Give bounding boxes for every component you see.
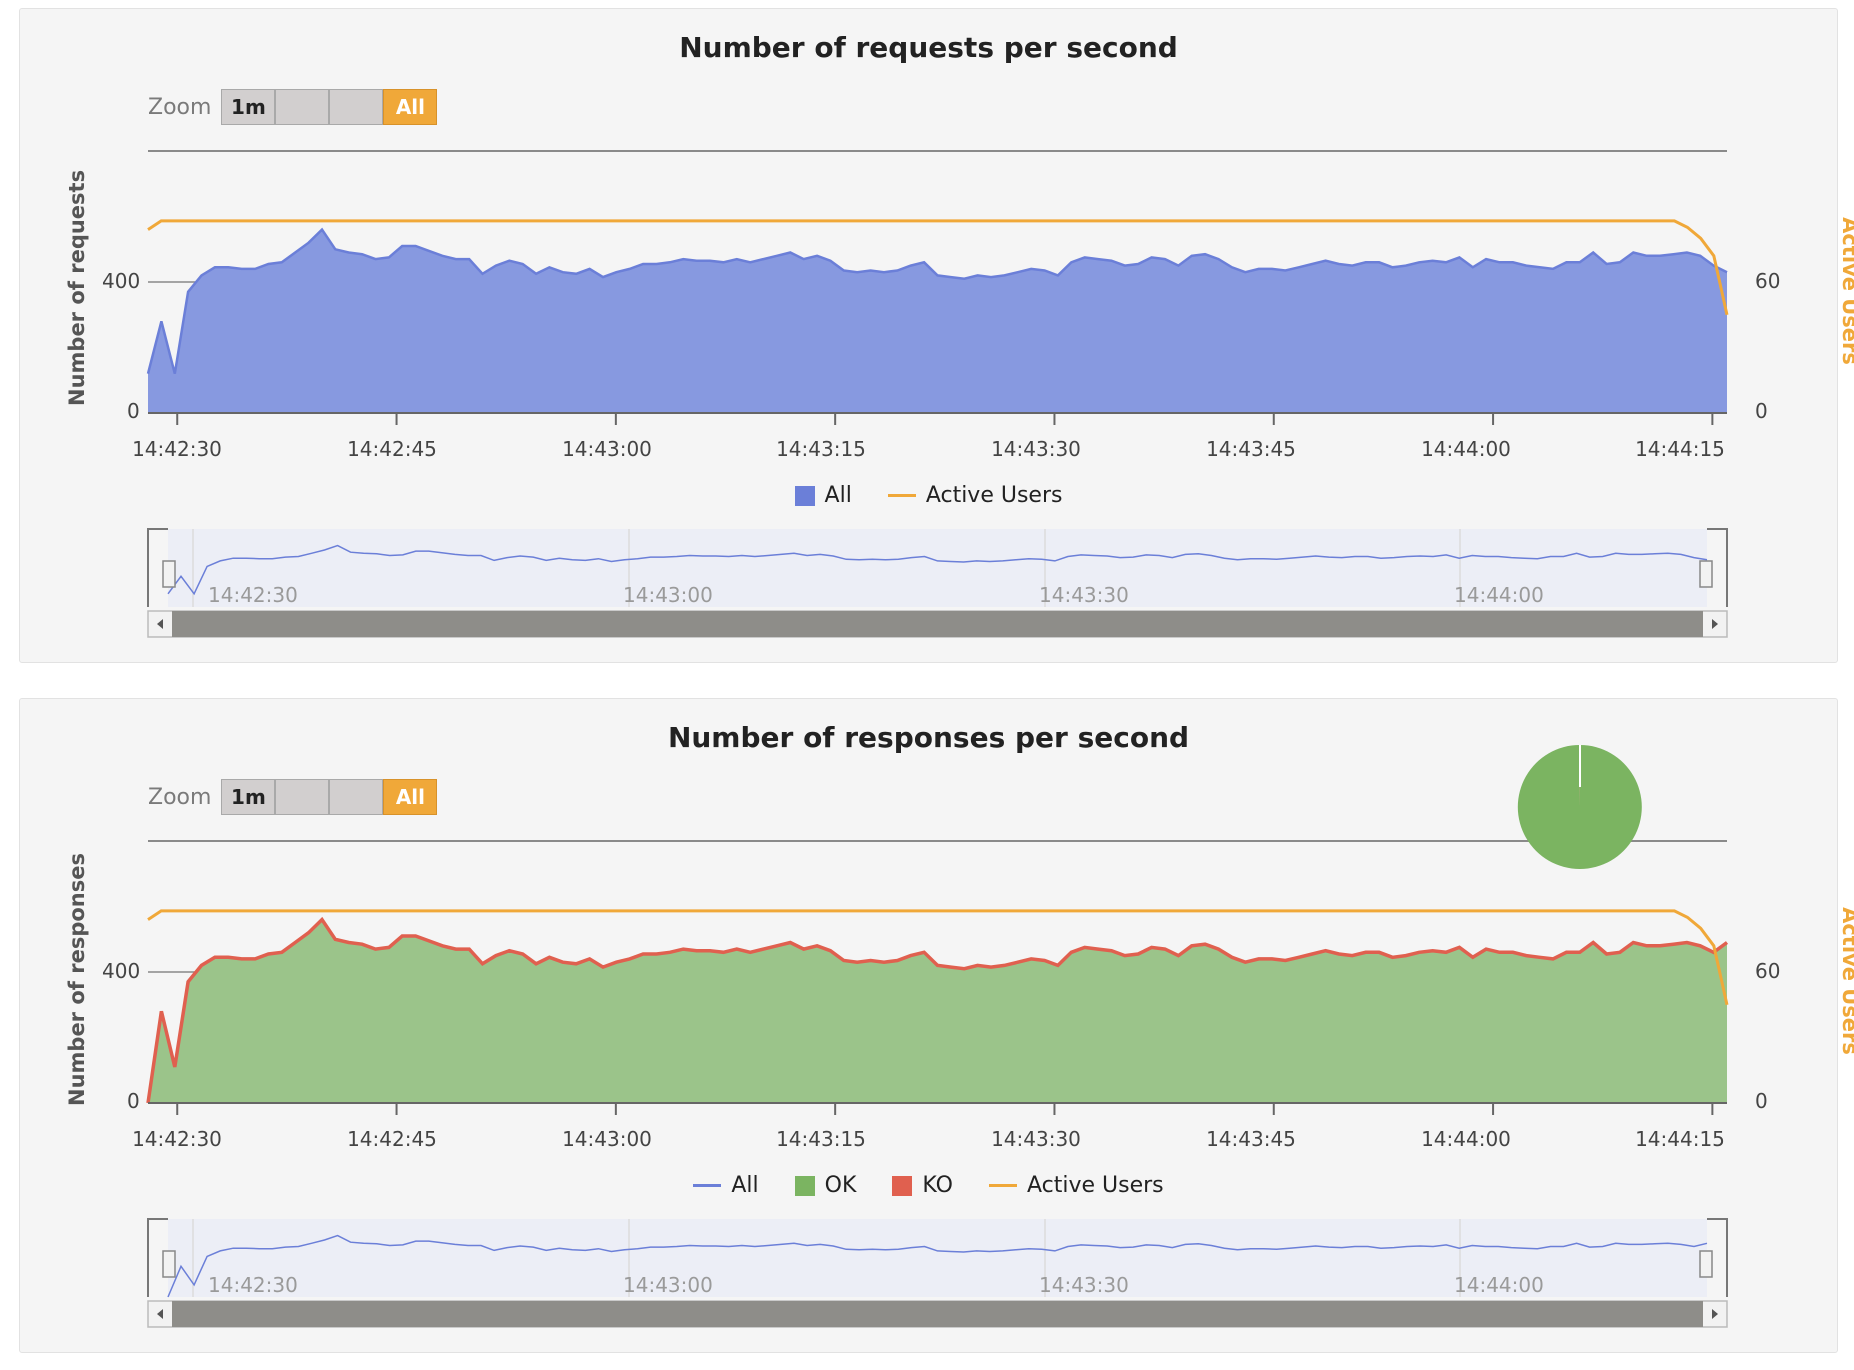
responses-chart-title: Number of responses per second	[667, 721, 1190, 754]
zoom-all-button[interactable]: All	[383, 89, 438, 125]
navigator-left-handle	[162, 1250, 176, 1278]
requests-zoom-control: Zoom 1m All	[148, 89, 438, 125]
x-tick-label: 14:42:45	[347, 437, 437, 461]
zoom-label: Zoom	[148, 94, 212, 120]
legend-label-active-users: Active Users	[1026, 1173, 1164, 1198]
x-tick-label: 14:42:30	[132, 437, 222, 461]
x-tick-label: 14:44:00	[1421, 1127, 1511, 1151]
legend-item-ko[interactable]: KO	[892, 1173, 953, 1198]
responses-y-axis-title: Number of responses	[65, 853, 89, 1106]
x-tick-label: 14:43:30	[991, 1127, 1081, 1151]
navigator-tick-label: 14:42:30	[208, 1273, 298, 1297]
x-tick-label: 14:44:15	[1635, 1127, 1725, 1151]
y-tick-label: 400	[102, 959, 141, 983]
legend-swatch-active-users	[887, 494, 916, 497]
navigator-tick-label: 14:44:00	[1454, 583, 1544, 607]
y2-tick-label: 60	[1755, 269, 1781, 293]
legend-swatch-ok	[794, 1175, 815, 1196]
legend-label-active-users: Active Users	[925, 483, 1063, 508]
responses-y2-axis-title: Active Users	[1838, 907, 1854, 1055]
responses-chart-panel: Number of responses per second Zoom 1m A…	[19, 698, 1854, 1353]
y2-tick-label: 0	[1755, 399, 1768, 423]
legend-swatch-active-users	[988, 1184, 1017, 1187]
navigator-tick-label: 14:43:30	[1039, 1273, 1129, 1297]
zoom-all-button[interactable]: All	[383, 779, 438, 815]
scrollbar-thumb	[172, 611, 1703, 637]
y-tick-label: 0	[127, 399, 140, 423]
x-tick-label: 14:43:15	[776, 437, 866, 461]
navigator-left-handle	[162, 560, 176, 588]
x-tick-label: 14:43:00	[562, 437, 652, 461]
legend-label-all: All	[731, 1173, 759, 1198]
navigator-right-handle	[1699, 1250, 1713, 1278]
zoom-button-2[interactable]	[275, 779, 330, 815]
navigator-tick-label: 14:43:30	[1039, 583, 1129, 607]
y-tick-label: 400	[102, 269, 141, 293]
legend-item-active-users[interactable]: Active Users	[988, 1173, 1164, 1198]
zoom-button-3[interactable]	[329, 779, 384, 815]
navigator-tick-label: 14:43:00	[623, 583, 713, 607]
legend-item-all[interactable]: All	[794, 483, 852, 508]
responses-legend: All OK KO Active Users	[20, 1173, 1837, 1198]
y-tick-label: 0	[127, 1089, 140, 1113]
legend-label-ko: KO	[922, 1173, 953, 1198]
legend-swatch-all	[693, 1184, 722, 1187]
requests-chart-title: Number of requests per second	[679, 31, 1178, 64]
zoom-button-3[interactable]	[329, 89, 384, 125]
navigator-right-handle	[1699, 560, 1713, 588]
zoom-1m-button[interactable]: 1m	[221, 89, 276, 125]
x-tick-label: 14:43:45	[1206, 437, 1296, 461]
x-tick-label: 14:44:00	[1421, 437, 1511, 461]
legend-item-ok[interactable]: OK	[794, 1173, 857, 1198]
legend-label-ok: OK	[824, 1173, 857, 1198]
requests-chart-panel: Number of requests per second Zoom 1m Al…	[19, 8, 1854, 663]
requests-y-axis-title: Number of requests	[65, 169, 89, 406]
navigator-tick-label: 14:44:00	[1454, 1273, 1544, 1297]
x-tick-label: 14:43:30	[991, 437, 1081, 461]
legend-swatch-ko	[892, 1175, 913, 1196]
y2-tick-label: 60	[1755, 959, 1781, 983]
x-tick-label: 14:42:45	[347, 1127, 437, 1151]
legend-swatch-all	[794, 485, 815, 506]
navigator-tick-label: 14:42:30	[208, 583, 298, 607]
x-tick-label: 14:43:15	[776, 1127, 866, 1151]
legend-item-all[interactable]: All	[693, 1173, 759, 1198]
zoom-button-2[interactable]	[275, 89, 330, 125]
legend-item-active-users[interactable]: Active Users	[887, 483, 1063, 508]
x-tick-label: 14:42:30	[132, 1127, 222, 1151]
navigator-tick-label: 14:43:00	[623, 1273, 713, 1297]
zoom-label: Zoom	[148, 784, 212, 810]
y2-tick-label: 0	[1755, 1089, 1768, 1113]
scrollbar-thumb	[172, 1301, 1703, 1327]
responses-zoom-control: Zoom 1m All	[148, 779, 438, 815]
requests-legend: All Active Users	[20, 483, 1837, 508]
x-tick-label: 14:43:45	[1206, 1127, 1296, 1151]
x-tick-label: 14:44:15	[1635, 437, 1725, 461]
zoom-1m-button[interactable]: 1m	[221, 779, 276, 815]
legend-label-all: All	[824, 483, 852, 508]
x-tick-label: 14:43:00	[562, 1127, 652, 1151]
requests-y2-axis-title: Active Users	[1838, 217, 1854, 365]
